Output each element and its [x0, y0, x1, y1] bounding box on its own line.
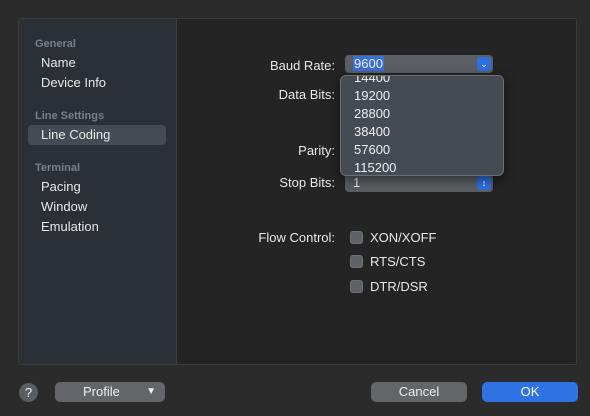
baud-rate-select[interactable]: 9600 ⌄: [345, 55, 493, 73]
baud-option[interactable]: 115200: [354, 160, 396, 175]
profile-label: Profile: [83, 384, 120, 399]
dtr-dsr-label: DTR/DSR: [370, 279, 428, 294]
flow-control-label: Flow Control:: [258, 230, 335, 245]
sidebar-item-name[interactable]: Name: [28, 53, 166, 73]
baud-option[interactable]: 19200: [354, 88, 390, 103]
sidebar-item-pacing[interactable]: Pacing: [28, 177, 166, 197]
sidebar-item-device-info[interactable]: Device Info: [28, 73, 166, 93]
cancel-button[interactable]: Cancel: [371, 382, 467, 402]
ok-button[interactable]: OK: [482, 382, 578, 402]
chevron-updown-icon: ↕: [477, 176, 491, 190]
xon-xoff-label: XON/XOFF: [370, 230, 437, 245]
baud-rate-label: Baud Rate:: [269, 58, 335, 73]
baud-rate-value: 9600: [353, 56, 384, 71]
sidebar-header-line-settings: Line Settings: [35, 110, 105, 122]
baud-option[interactable]: 28800: [354, 106, 390, 121]
sidebar-item-window[interactable]: Window: [28, 197, 166, 217]
help-button[interactable]: ?: [19, 383, 38, 402]
baud-rate-dropdown: 14400 19200 28800 38400 57600 115200: [340, 75, 504, 176]
stop-bits-value: 1: [353, 175, 361, 190]
dtr-dsr-checkbox[interactable]: [350, 280, 363, 293]
sidebar-header-general: General: [35, 38, 76, 50]
baud-option[interactable]: 57600: [354, 142, 390, 157]
xon-xoff-checkbox[interactable]: [350, 231, 363, 244]
data-bits-label: Data Bits:: [278, 87, 335, 102]
stop-bits-label: Stop Bits:: [279, 175, 335, 190]
chevron-down-icon: ⌄: [477, 57, 491, 71]
sidebar-item-emulation[interactable]: Emulation: [28, 217, 166, 237]
profile-button[interactable]: Profile ▼: [55, 382, 165, 402]
sidebar-header-terminal: Terminal: [35, 162, 81, 174]
sidebar: General Name Device Info Line Settings L…: [19, 19, 177, 364]
triangle-down-icon: ▼: [146, 386, 156, 397]
sidebar-item-line-coding[interactable]: Line Coding: [28, 125, 166, 145]
parity-label: Parity:: [298, 143, 335, 158]
rts-cts-label: RTS/CTS: [370, 254, 426, 269]
stop-bits-select[interactable]: 1 ↕: [345, 174, 493, 192]
baud-option[interactable]: 14400: [354, 76, 390, 85]
rts-cts-checkbox[interactable]: [350, 255, 363, 268]
baud-option[interactable]: 38400: [354, 124, 390, 139]
